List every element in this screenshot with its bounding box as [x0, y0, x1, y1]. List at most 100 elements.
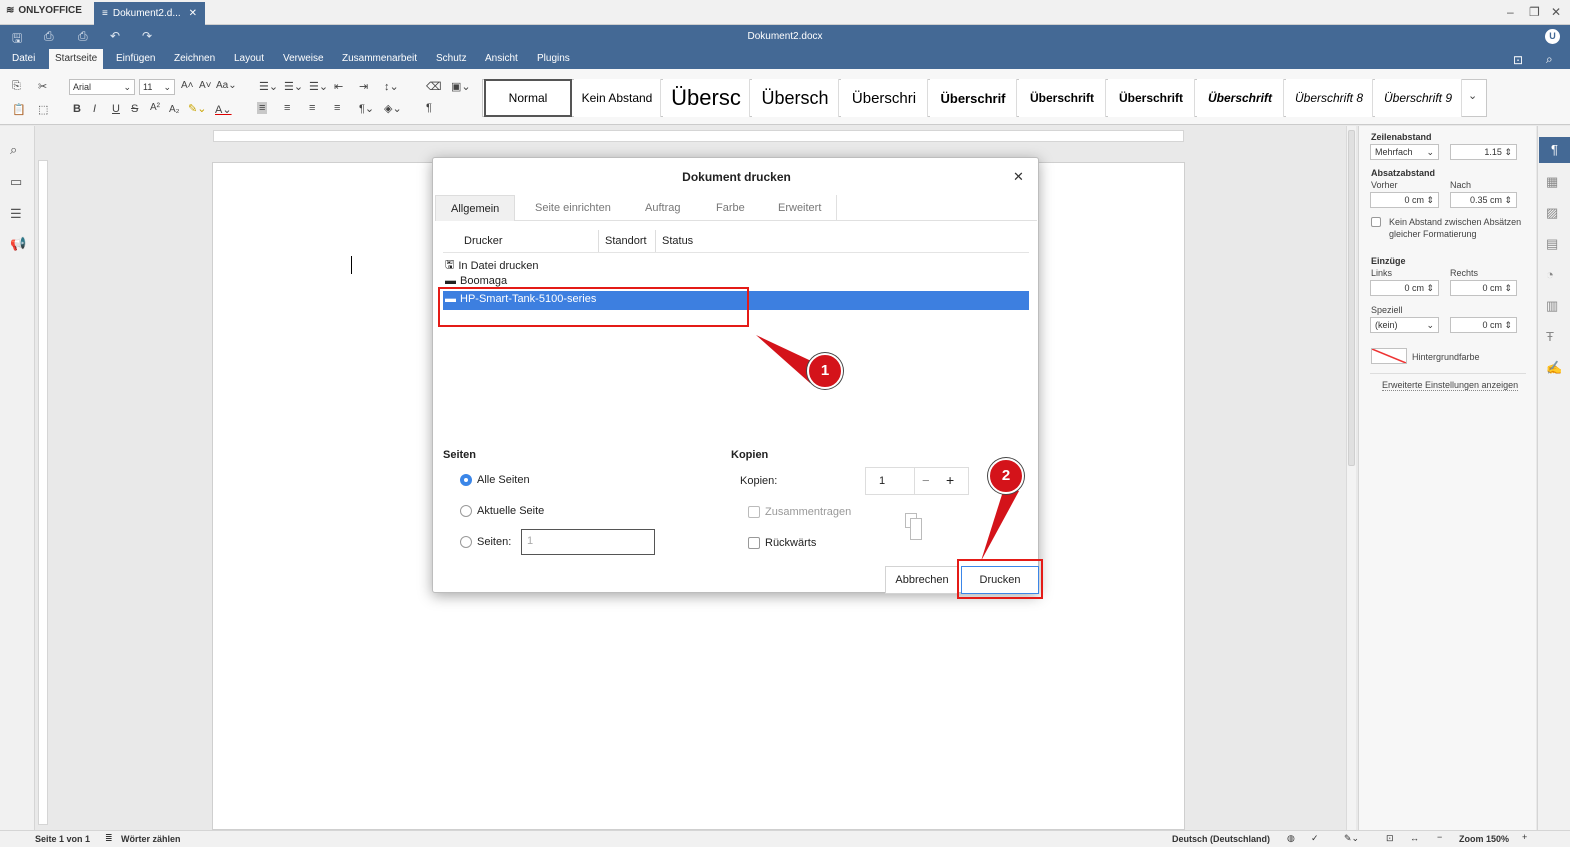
numbering-icon[interactable]: ☰⌄: [284, 80, 303, 93]
style-heading-9[interactable]: Überschrift 9: [1375, 79, 1462, 117]
tab-seite-einrichten[interactable]: Seite einrichten: [520, 195, 626, 221]
special-value-input[interactable]: 0 cm ⇕: [1450, 317, 1517, 333]
increase-indent-icon[interactable]: ⇥: [359, 80, 368, 93]
indent-left-input[interactable]: 0 cm ⇕: [1370, 280, 1439, 296]
comments-icon[interactable]: ▭: [10, 174, 22, 190]
menu-startseite[interactable]: Startseite: [49, 49, 104, 69]
printer-row[interactable]: 🖫 In Datei drucken: [445, 256, 538, 275]
line-spacing-icon[interactable]: ↕⌄: [384, 80, 399, 93]
close-window-icon[interactable]: ✕: [1551, 5, 1561, 19]
horizontal-ruler[interactable]: [213, 130, 1184, 142]
clear-format-icon[interactable]: ⌫: [426, 80, 442, 93]
italic-icon[interactable]: I: [93, 103, 96, 115]
tab-erweitert[interactable]: Erweitert: [763, 195, 838, 221]
decrease-indent-icon[interactable]: ⇤: [334, 80, 343, 93]
feedback-icon[interactable]: 📢: [10, 236, 26, 252]
strikethrough-icon[interactable]: S: [131, 103, 138, 115]
style-no-spacing[interactable]: Kein Abstand: [574, 79, 661, 117]
menu-einfuegen[interactable]: Einfügen: [110, 49, 161, 69]
column-printer[interactable]: Drucker: [464, 235, 503, 247]
reverse-checkbox-row[interactable]: Rückwärts: [748, 537, 816, 549]
reverse-checkbox[interactable]: [748, 537, 760, 549]
spacing-before-input[interactable]: 0 cm ⇕: [1370, 192, 1439, 208]
bullets-icon[interactable]: ☰⌄: [259, 80, 278, 93]
style-heading-3[interactable]: Überschri: [841, 79, 928, 117]
paste-icon[interactable]: 📋: [12, 103, 26, 116]
fit-width-icon[interactable]: ↔: [1410, 833, 1419, 843]
scrollbar-thumb[interactable]: [1348, 130, 1355, 466]
select-all-icon[interactable]: ⬚: [38, 103, 48, 116]
printer-row[interactable]: ▬ Boomaga: [445, 275, 507, 287]
header-footer-tab-icon[interactable]: ▤: [1546, 236, 1558, 252]
style-settings-icon[interactable]: ▣⌄: [451, 80, 471, 93]
paragraph-icon[interactable]: ¶⌄: [359, 102, 374, 115]
shape-tab-icon[interactable]: ◔: [1546, 267, 1554, 282]
close-tab-icon[interactable]: ✕: [189, 8, 197, 19]
restore-icon[interactable]: ❐: [1529, 5, 1540, 19]
non-printing-icon[interactable]: ¶: [426, 102, 432, 114]
close-icon[interactable]: ✕: [1013, 169, 1024, 185]
style-heading-1[interactable]: Übersc: [663, 79, 750, 117]
tab-auftrag[interactable]: Auftrag: [630, 195, 695, 221]
decrease-font-icon[interactable]: A˅: [199, 80, 212, 91]
shading-icon[interactable]: ◈⌄: [384, 102, 402, 115]
align-left-icon[interactable]: ≡: [257, 102, 268, 114]
justify-icon[interactable]: ≡: [334, 102, 340, 114]
image-tab-icon[interactable]: ▨: [1546, 205, 1558, 221]
radio-current-page-dot[interactable]: [460, 505, 472, 517]
radio-page-range-dot[interactable]: [460, 536, 472, 548]
copy-icon[interactable]: ⎘: [12, 80, 21, 93]
menu-zeichnen[interactable]: Zeichnen: [168, 49, 221, 69]
special-select[interactable]: (kein) ⌄: [1370, 317, 1439, 333]
signature-tab-icon[interactable]: ✍: [1546, 360, 1562, 376]
paragraph-tab-icon[interactable]: ¶: [1539, 137, 1570, 163]
style-normal[interactable]: Normal: [484, 79, 572, 117]
font-size-select[interactable]: 11 ⌄: [139, 79, 175, 95]
highlight-icon[interactable]: ✎⌄: [188, 102, 206, 115]
line-spacing-mode[interactable]: Mehrfach ⌄: [1370, 144, 1439, 160]
font-color-icon[interactable]: A⌄: [215, 103, 232, 116]
style-heading-5[interactable]: Überschrift: [1019, 79, 1106, 117]
increase-font-icon[interactable]: A˄: [181, 80, 194, 91]
zoom-level[interactable]: Zoom 150%: [1459, 834, 1509, 844]
subscript-icon[interactable]: A₂: [169, 104, 180, 115]
menu-plugins[interactable]: Plugins: [531, 49, 576, 69]
radio-page-range[interactable]: Seiten:: [460, 536, 511, 548]
vertical-ruler[interactable]: [38, 160, 48, 825]
radio-all-pages-dot[interactable]: [460, 474, 472, 486]
text-art-tab-icon[interactable]: Ŧ: [1546, 329, 1554, 344]
page-counter[interactable]: Seite 1 von 1: [35, 834, 90, 844]
fit-page-icon[interactable]: ⊡: [1386, 833, 1394, 844]
column-location[interactable]: Standort: [605, 235, 647, 247]
font-name-select[interactable]: Arial ⌄: [69, 79, 135, 95]
radio-current-page[interactable]: Aktuelle Seite: [460, 505, 544, 517]
align-right-icon[interactable]: ≡: [309, 102, 315, 114]
search-icon[interactable]: ⌕: [1546, 52, 1553, 67]
underline-icon[interactable]: U: [112, 103, 120, 115]
menu-datei[interactable]: Datei: [6, 49, 41, 69]
language-select[interactable]: Deutsch (Deutschland): [1172, 834, 1270, 844]
navigation-icon[interactable]: ☰: [10, 206, 22, 222]
copies-minus-button[interactable]: −: [922, 473, 930, 488]
vertical-scrollbar[interactable]: [1346, 126, 1356, 830]
background-color-picker[interactable]: [1371, 348, 1407, 364]
menu-layout[interactable]: Layout: [228, 49, 270, 69]
track-changes-icon[interactable]: ✎⌄: [1344, 833, 1359, 844]
tab-farbe[interactable]: Farbe: [701, 195, 760, 221]
multilevel-icon[interactable]: ☰⌄: [309, 80, 328, 93]
table-tab-icon[interactable]: ▦: [1546, 174, 1558, 190]
bold-icon[interactable]: B: [73, 103, 81, 115]
menu-zusammenarbeit[interactable]: Zusammenarbeit: [336, 49, 423, 69]
spellcheck-icon[interactable]: ✓: [1311, 833, 1319, 844]
copies-stepper[interactable]: 1 − +: [865, 467, 969, 495]
copies-value[interactable]: 1: [879, 475, 885, 487]
collate-checkbox[interactable]: [748, 506, 760, 518]
style-heading-6[interactable]: Überschrift: [1108, 79, 1195, 117]
copies-plus-button[interactable]: +: [946, 472, 954, 488]
menu-schutz[interactable]: Schutz: [430, 49, 473, 69]
open-folder-icon[interactable]: ⊡: [1513, 53, 1523, 67]
change-case-icon[interactable]: Aa⌄: [216, 80, 237, 91]
word-count-button[interactable]: Wörter zählen: [121, 834, 181, 844]
no-spacing-checkbox[interactable]: [1371, 217, 1381, 227]
menu-verweise[interactable]: Verweise: [277, 49, 330, 69]
